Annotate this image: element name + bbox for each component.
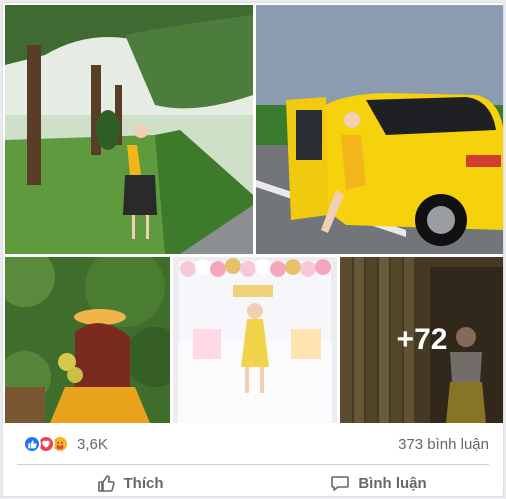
more-photos-count: +72 (396, 323, 448, 356)
comment-count-link[interactable]: 373 bình luận (398, 436, 489, 453)
comment-label: Bình luận (358, 474, 427, 492)
photo-party-backdrop[interactable] (173, 257, 337, 423)
like-label: Thích (123, 474, 164, 492)
like-button[interactable]: Thích (5, 467, 254, 496)
more-photos-overlay[interactable]: +72 (340, 257, 503, 423)
photo-more[interactable]: +72 (340, 257, 503, 423)
post-stats: 3,6K 373 bình luận (5, 427, 503, 459)
reaction-summary[interactable]: 3,6K (23, 434, 108, 454)
photo-tree-road[interactable] (5, 5, 253, 254)
action-bar: Thích Bình luận (5, 467, 503, 496)
comment-button[interactable]: Bình luận (254, 467, 503, 496)
like-icon (23, 435, 41, 453)
divider (17, 464, 489, 465)
comment-icon (331, 476, 350, 491)
reaction-count: 3,6K (77, 435, 108, 453)
photo-fruit-tree[interactable] (5, 257, 170, 423)
thumbs-up-icon (97, 475, 115, 492)
post-card: +72 3,6K 373 bình luận Thích Bình luận (2, 2, 504, 497)
photo-yellow-car[interactable] (256, 5, 503, 254)
